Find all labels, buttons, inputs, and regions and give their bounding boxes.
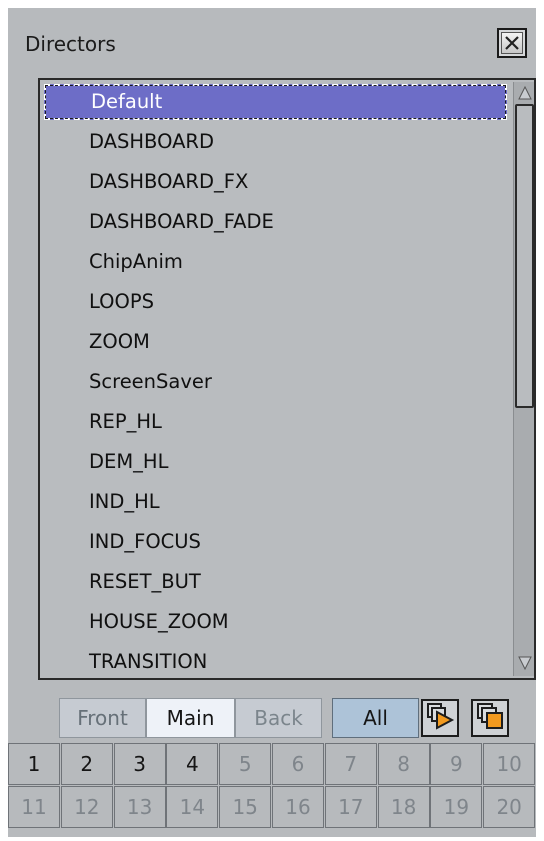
directors-panel: Directors TRANSITION HOUSE_ZOOM RESET_BUT I…	[8, 8, 536, 837]
layer-button-13[interactable]: 13	[113, 786, 166, 828]
list-item-selected[interactable]: Default	[44, 84, 507, 120]
layer-button-5[interactable]: 5	[219, 743, 272, 785]
layer-number-grid: 1 2 3 4 5 6 7 8 9 10 11 12 13 14 15 16 17 18 19 20	[8, 743, 536, 829]
tab-all[interactable]: All	[332, 698, 419, 738]
list-item[interactable]: LOOPS	[44, 284, 507, 320]
layer-button-20[interactable]: 20	[483, 786, 536, 828]
scroll-thumb[interactable]	[515, 104, 534, 408]
list-item[interactable]: DASHBOARD_FADE	[44, 204, 507, 240]
layer-button-6[interactable]: 6	[272, 743, 324, 785]
list-item[interactable]: ScreenSaver	[44, 364, 507, 400]
layer-button-10[interactable]: 10	[483, 743, 536, 785]
scroll-up-arrow-icon[interactable]	[516, 84, 534, 102]
close-icon	[501, 32, 523, 54]
list-item[interactable]: IND_FOCUS	[44, 524, 507, 560]
layer-button-18[interactable]: 18	[377, 786, 430, 828]
list-item[interactable]: IND_HL	[44, 484, 507, 520]
scroll-down-arrow-icon[interactable]	[516, 654, 534, 672]
list-item[interactable]: DEM_HL	[44, 444, 507, 480]
layer-button-3[interactable]: 3	[113, 743, 166, 785]
list-scrollbar[interactable]	[513, 82, 534, 676]
stop-icon	[475, 701, 505, 735]
list-item[interactable]: TRANSITION	[44, 644, 507, 678]
layer-button-15[interactable]: 15	[219, 786, 272, 828]
list-item[interactable]: REP_HL	[44, 404, 507, 440]
layer-button-11[interactable]: 11	[8, 786, 60, 828]
layer-button-4[interactable]: 4	[166, 743, 219, 785]
layer-button-19[interactable]: 19	[430, 786, 483, 828]
list-item[interactable]: DASHBOARD_FX	[44, 164, 507, 200]
list-item[interactable]: ZOOM	[44, 324, 507, 360]
directors-list[interactable]: TRANSITION HOUSE_ZOOM RESET_BUT IND_FOCUS IN…	[38, 78, 536, 680]
stop-button[interactable]	[471, 699, 509, 737]
list-item[interactable]: DASHBOARD	[44, 124, 507, 160]
layer-button-14[interactable]: 14	[166, 786, 219, 828]
layer-button-7[interactable]: 7	[324, 743, 377, 785]
panel-title: Directors	[25, 32, 116, 56]
play-forward-icon	[425, 701, 455, 735]
layer-button-16[interactable]: 16	[272, 786, 324, 828]
tab-front[interactable]: Front	[59, 698, 146, 738]
layer-button-1[interactable]: 1	[8, 743, 60, 785]
list-item[interactable]: RESET_BUT	[44, 564, 507, 600]
layer-button-9[interactable]: 9	[430, 743, 483, 785]
list-item[interactable]: HOUSE_ZOOM	[44, 604, 507, 640]
layer-button-8[interactable]: 8	[377, 743, 430, 785]
layer-button-17[interactable]: 17	[324, 786, 377, 828]
tab-back[interactable]: Back	[235, 698, 322, 738]
layer-button-12[interactable]: 12	[60, 786, 113, 828]
close-button[interactable]	[497, 28, 527, 58]
tab-main[interactable]: Main	[146, 698, 235, 738]
layer-button-2[interactable]: 2	[60, 743, 113, 785]
list-item[interactable]: ChipAnim	[44, 244, 507, 280]
play-forward-button[interactable]	[421, 699, 459, 737]
